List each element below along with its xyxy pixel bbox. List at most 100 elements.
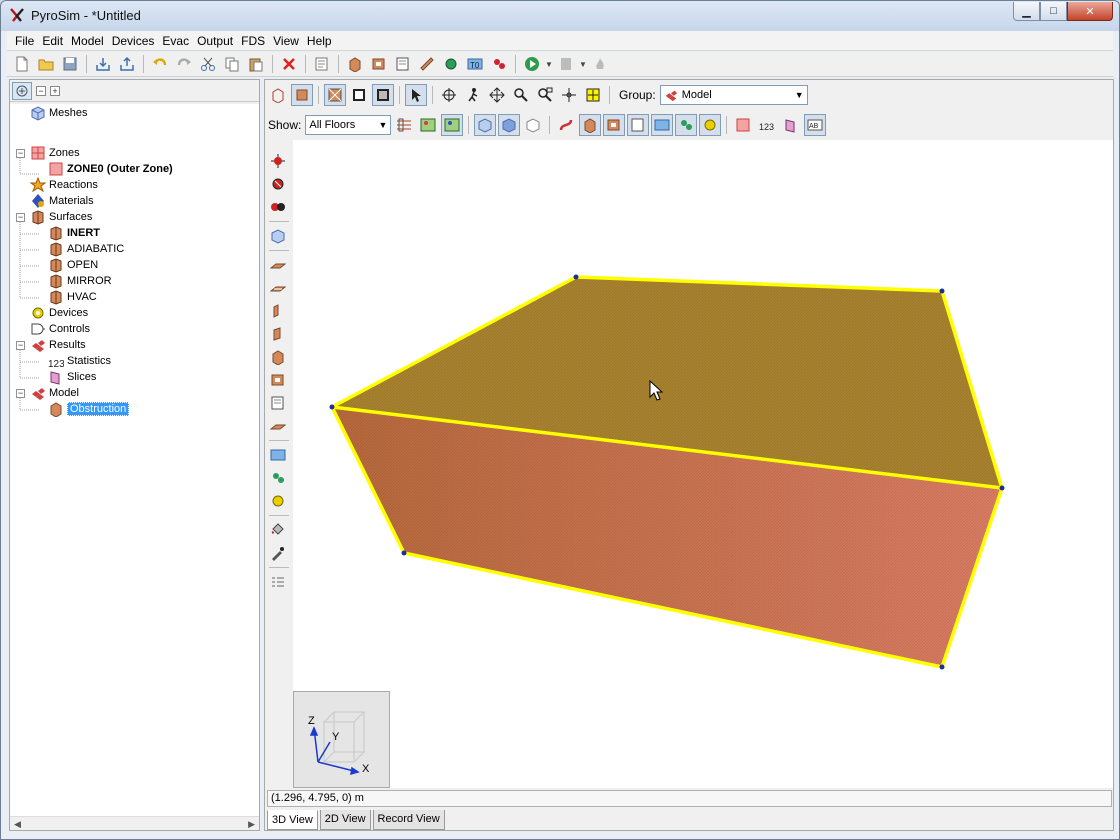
tab-3d-view[interactable]: 3D View	[267, 810, 318, 830]
run-options-button[interactable]	[555, 53, 577, 75]
show-hvac-button[interactable]	[555, 114, 577, 136]
zoom-extents-button[interactable]	[582, 84, 604, 106]
view-solid-button[interactable]	[291, 84, 313, 106]
show-particles-button[interactable]	[675, 114, 698, 136]
run-fds-button[interactable]	[521, 53, 543, 75]
show-thermocouples-button[interactable]	[651, 114, 674, 136]
orbit-tool-button[interactable]	[438, 84, 460, 106]
maximize-button[interactable]: □	[1040, 2, 1067, 21]
expand-all-button[interactable]: +	[50, 85, 60, 96]
show-labels-button[interactable]: AB	[804, 114, 827, 136]
draw-block-tool[interactable]	[267, 346, 289, 368]
toolbar-separator	[468, 116, 470, 134]
smooth-shading-button[interactable]	[324, 84, 346, 106]
export-button[interactable]	[116, 53, 138, 75]
toolbar-separator	[726, 116, 728, 134]
paint-tool[interactable]	[267, 519, 289, 541]
close-button[interactable]: ✕	[1067, 2, 1113, 21]
obstruction-3d-render[interactable]	[293, 140, 1113, 788]
show-meshes-button[interactable]	[474, 114, 497, 136]
spin-tool[interactable]	[267, 196, 289, 218]
menu-file[interactable]: File	[11, 34, 38, 48]
draw-device-tool[interactable]	[267, 490, 289, 512]
show-image-button[interactable]	[441, 114, 464, 136]
redo-button[interactable]	[173, 53, 195, 75]
minimize-button[interactable]: ▁	[1013, 2, 1040, 21]
copy-button[interactable]	[221, 53, 243, 75]
smokeview-button[interactable]	[589, 53, 611, 75]
undo-button[interactable]	[149, 53, 171, 75]
pan-tool-button[interactable]	[486, 84, 508, 106]
draw-slab-tool[interactable]	[267, 254, 289, 276]
draw-vent-tool[interactable]	[267, 415, 289, 437]
draw-slice-tool[interactable]	[267, 392, 289, 414]
show-statistics-button[interactable]: 123	[756, 114, 778, 136]
show-results-slices-button[interactable]	[780, 114, 802, 136]
new-hole-button[interactable]	[368, 53, 390, 75]
import-button[interactable]	[92, 53, 114, 75]
show-holes-button[interactable]	[603, 114, 626, 136]
open-button[interactable]	[35, 53, 57, 75]
scroll-left-arrow-icon[interactable]: ◀	[14, 819, 21, 830]
shaded-outline-button[interactable]	[372, 84, 394, 106]
collapse-all-button[interactable]: −	[36, 85, 46, 96]
new-slice-button[interactable]	[392, 53, 414, 75]
menu-edit[interactable]: Edit	[38, 34, 67, 48]
eyedropper-tool[interactable]	[267, 542, 289, 564]
rotate-center-button[interactable]	[558, 84, 580, 106]
tab-2d-view[interactable]: 2D View	[319, 810, 371, 830]
properties-button[interactable]	[311, 53, 333, 75]
draw-mesh-tool[interactable]	[267, 225, 289, 247]
zoom-box-button[interactable]	[534, 84, 556, 106]
tool-options[interactable]	[267, 571, 289, 593]
tree-filter-button[interactable]	[12, 81, 32, 100]
group-select[interactable]: Model ▼	[659, 85, 808, 105]
new-vent-button[interactable]	[416, 53, 438, 75]
draw-particle-tool[interactable]	[267, 467, 289, 489]
show-grid-button[interactable]	[522, 114, 544, 136]
show-zones-button[interactable]	[732, 114, 754, 136]
draw-wall-rect-tool[interactable]	[267, 323, 289, 345]
menu-help[interactable]: Help	[303, 34, 336, 48]
menu-view[interactable]: View	[269, 34, 303, 48]
tab-record-view[interactable]: Record View	[372, 810, 445, 830]
cut-button[interactable]	[197, 53, 219, 75]
draw-room-tool[interactable]	[267, 277, 289, 299]
floor-options-button[interactable]	[393, 114, 415, 136]
floor-select[interactable]: All Floors ▼	[305, 115, 392, 135]
background-image-button[interactable]	[417, 114, 439, 136]
show-mesh-outline-button[interactable]	[498, 114, 521, 136]
delete-button[interactable]	[278, 53, 300, 75]
new-thermocouple-button[interactable]: T0	[464, 53, 486, 75]
roll-tool[interactable]	[267, 173, 289, 195]
run-dropdown-arrow[interactable]: ▼	[545, 60, 553, 69]
save-button[interactable]	[59, 53, 81, 75]
menu-evac[interactable]: Evac	[158, 34, 193, 48]
select-tool-button[interactable]	[405, 84, 427, 106]
3d-viewport[interactable]: X Y Z	[293, 140, 1113, 788]
menu-fds[interactable]: FDS	[237, 34, 269, 48]
paste-button[interactable]	[245, 53, 267, 75]
show-obstructions-button[interactable]	[579, 114, 602, 136]
orbit-nav-tool[interactable]	[267, 150, 289, 172]
tree-horizontal-scrollbar[interactable]: ◀ ▶	[10, 816, 259, 830]
outline-button[interactable]	[348, 84, 370, 106]
draw-hole-tool[interactable]	[267, 369, 289, 391]
new-particle-button[interactable]	[488, 53, 510, 75]
draw-wall-tool[interactable]	[267, 300, 289, 322]
run-options-dropdown-arrow[interactable]: ▼	[579, 60, 587, 69]
show-devices-button[interactable]	[699, 114, 722, 136]
zoom-tool-button[interactable]	[510, 84, 532, 106]
new-obstruction-button[interactable]	[344, 53, 366, 75]
show-slices-button[interactable]	[627, 114, 650, 136]
new-button[interactable]	[11, 53, 33, 75]
new-device-button[interactable]	[440, 53, 462, 75]
menu-devices[interactable]: Devices	[108, 34, 159, 48]
view-wireframe-button[interactable]	[267, 84, 289, 106]
walk-tool-button[interactable]	[462, 84, 484, 106]
menu-model[interactable]: Model	[67, 34, 108, 48]
scroll-right-arrow-icon[interactable]: ▶	[248, 819, 255, 830]
toolbar-separator	[549, 116, 551, 134]
draw-thermocouple-tool[interactable]	[267, 444, 289, 466]
menu-output[interactable]: Output	[193, 34, 237, 48]
